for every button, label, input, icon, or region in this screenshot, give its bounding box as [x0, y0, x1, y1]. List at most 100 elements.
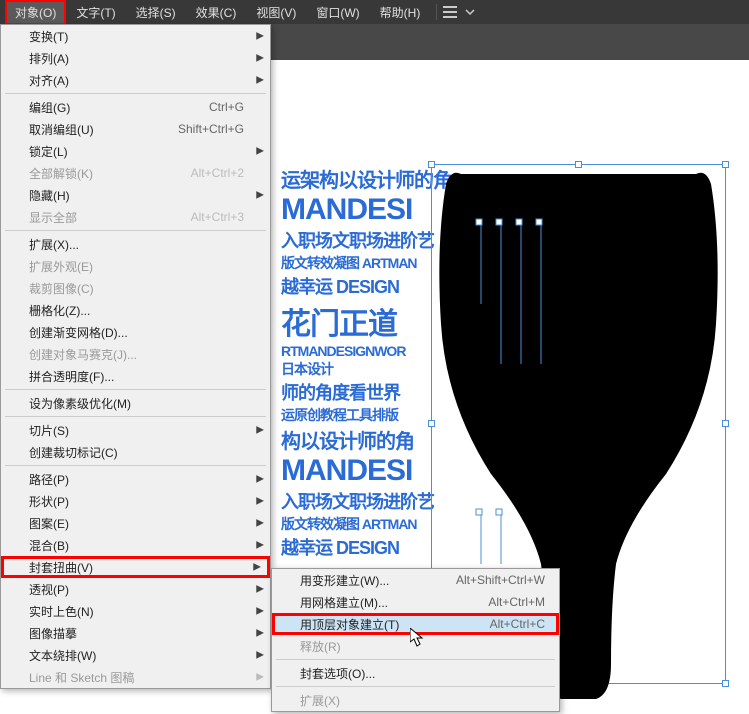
- menu-label: 用网格建立(M)...: [300, 594, 488, 611]
- menu-item[interactable]: 用网格建立(M)...Alt+Ctrl+M: [272, 591, 559, 613]
- menu-label: 用变形建立(W)...: [300, 572, 456, 589]
- art-line: MANDESI: [281, 454, 451, 488]
- chevron-right-icon: ▶: [256, 146, 264, 157]
- menu-label: 裁剪图像(C): [29, 280, 262, 297]
- menu-window[interactable]: 窗口(W): [306, 0, 369, 25]
- menu-label: 变换(T): [29, 28, 262, 45]
- menu-item[interactable]: 隐藏(H)▶: [1, 184, 270, 206]
- menu-help[interactable]: 帮助(H): [370, 0, 431, 25]
- menu-item[interactable]: 栅格化(Z)...: [1, 299, 270, 321]
- shortcut: Alt+Ctrl+M: [488, 595, 545, 609]
- shortcut: Alt+Ctrl+2: [191, 166, 244, 180]
- menu-label: 路径(P): [29, 471, 262, 488]
- menu-item[interactable]: 对齐(A)▶: [1, 69, 270, 91]
- menu-label: 用顶层对象建立(T): [300, 616, 490, 633]
- cursor-icon: [410, 628, 426, 648]
- menu-label: 隐藏(H): [29, 187, 262, 204]
- menu-select[interactable]: 选择(S): [126, 0, 186, 25]
- menu-item[interactable]: 取消编组(U)Shift+Ctrl+G: [1, 118, 270, 140]
- menu-item[interactable]: 透视(P)▶: [1, 578, 270, 600]
- shortcut: Shift+Ctrl+G: [178, 122, 244, 136]
- art-line: 版文转效凝图 ARTMAN: [281, 253, 451, 273]
- menu-label: 锁定(L): [29, 143, 262, 160]
- art-line: 入职场文职场进阶艺: [281, 488, 451, 514]
- art-line: 入职场文职场进阶艺: [281, 227, 451, 253]
- options-bar: [271, 24, 749, 60]
- menu-label: 拼合透明度(F)...: [29, 368, 262, 385]
- menu-item[interactable]: 设为像素级优化(M): [1, 392, 270, 414]
- menu-label: 排列(A): [29, 50, 262, 67]
- chevron-right-icon: ▶: [256, 53, 264, 64]
- menu-item: Line 和 Sketch 图稿▶: [1, 666, 270, 688]
- chevron-right-icon: ▶: [256, 31, 264, 42]
- menu-item[interactable]: 用变形建立(W)...Alt+Shift+Ctrl+W: [272, 569, 559, 591]
- menu-object[interactable]: 对象(O): [5, 0, 66, 25]
- menu-item[interactable]: 实时上色(N)▶: [1, 600, 270, 622]
- menu-label: 编组(G): [29, 99, 209, 116]
- menu-label: 图像描摹: [29, 625, 262, 642]
- chevron-down-icon[interactable]: [465, 7, 475, 17]
- art-line: 构以设计师的角: [281, 425, 451, 454]
- menu-item: 创建对象马赛克(J)...: [1, 343, 270, 365]
- background-text-art: 运架构以设计师的角 MANDESI 入职场文职场进阶艺 版文转效凝图 ARTMA…: [281, 164, 451, 560]
- chevron-right-icon: ▶: [256, 496, 264, 507]
- menu-item[interactable]: 路径(P)▶: [1, 468, 270, 490]
- art-line: 日本设计: [281, 359, 451, 379]
- menu-item[interactable]: 拼合透明度(F)...: [1, 365, 270, 387]
- menu-item: 扩展(X): [272, 689, 559, 711]
- menu-item[interactable]: 锁定(L)▶: [1, 140, 270, 162]
- menu-effect[interactable]: 效果(C): [186, 0, 247, 25]
- menu-view[interactable]: 视图(V): [246, 0, 306, 25]
- menu-item[interactable]: 变换(T)▶: [1, 25, 270, 47]
- shortcut: Alt+Ctrl+3: [191, 210, 244, 224]
- menubar: 对象(O) 文字(T) 选择(S) 效果(C) 视图(V) 窗口(W) 帮助(H…: [0, 0, 749, 24]
- menu-item[interactable]: 创建渐变网格(D)...: [1, 321, 270, 343]
- menu-item[interactable]: 文本绕排(W)▶: [1, 644, 270, 666]
- menu-item[interactable]: 排列(A)▶: [1, 47, 270, 69]
- menu-item: 全部解锁(K)Alt+Ctrl+2: [1, 162, 270, 184]
- menu-label: 实时上色(N): [29, 603, 262, 620]
- shortcut: Ctrl+G: [209, 100, 244, 114]
- menu-label: 透视(P): [29, 581, 262, 598]
- menu-item[interactable]: 图像描摹▶: [1, 622, 270, 644]
- chevron-right-icon: ▶: [256, 672, 264, 683]
- menu-label: 对齐(A): [29, 72, 262, 89]
- menu-label: 创建裁切标记(C): [29, 444, 262, 461]
- chevron-right-icon: ▶: [256, 518, 264, 529]
- shortcut: Alt+Ctrl+C: [490, 617, 545, 631]
- menu-label: 封套扭曲(V): [29, 559, 262, 576]
- object-dropdown: 变换(T)▶排列(A)▶对齐(A)▶编组(G)Ctrl+G取消编组(U)Shif…: [0, 24, 271, 689]
- menu-item[interactable]: 混合(B)▶: [1, 534, 270, 556]
- menu-item[interactable]: 图案(E)▶: [1, 512, 270, 534]
- chevron-right-icon: ▶: [256, 628, 264, 639]
- menu-item[interactable]: 扩展(X)...: [1, 233, 270, 255]
- menu-label: 创建渐变网格(D)...: [29, 324, 262, 341]
- chevron-right-icon: ▶: [256, 474, 264, 485]
- menu-label: 扩展外观(E): [29, 258, 262, 275]
- chevron-right-icon: ▶: [256, 584, 264, 595]
- menu-item[interactable]: 创建裁切标记(C): [1, 441, 270, 463]
- menu-label: 图案(E): [29, 515, 262, 532]
- menu-label: 切片(S): [29, 422, 262, 439]
- art-line: 师的角度看世界: [281, 379, 451, 405]
- chevron-right-icon: ▶: [256, 75, 264, 86]
- art-line: 花门正道: [281, 299, 451, 343]
- menu-type[interactable]: 文字(T): [66, 0, 125, 25]
- menu-item[interactable]: 形状(P)▶: [1, 490, 270, 512]
- menu-label: 取消编组(U): [29, 121, 178, 138]
- menu-label: 封套选项(O)...: [300, 665, 551, 682]
- menu-label: 扩展(X): [300, 692, 551, 709]
- menu-item: 扩展外观(E): [1, 255, 270, 277]
- chevron-right-icon: ▶: [256, 540, 264, 551]
- chevron-right-icon: ▶: [256, 650, 264, 661]
- menu-label: 设为像素级优化(M): [29, 395, 262, 412]
- menu-item[interactable]: 封套扭曲(V)▶: [1, 556, 270, 578]
- menu-item[interactable]: 切片(S)▶: [1, 419, 270, 441]
- menu-label: 混合(B): [29, 537, 262, 554]
- menu-item[interactable]: 编组(G)Ctrl+G: [1, 96, 270, 118]
- menu-label: 创建对象马赛克(J)...: [29, 346, 262, 363]
- menu-item[interactable]: 封套选项(O)...: [272, 662, 559, 684]
- menu-label: 全部解锁(K): [29, 165, 191, 182]
- art-line: 运架构以设计师的角: [281, 164, 451, 193]
- bars-icon[interactable]: [443, 6, 457, 18]
